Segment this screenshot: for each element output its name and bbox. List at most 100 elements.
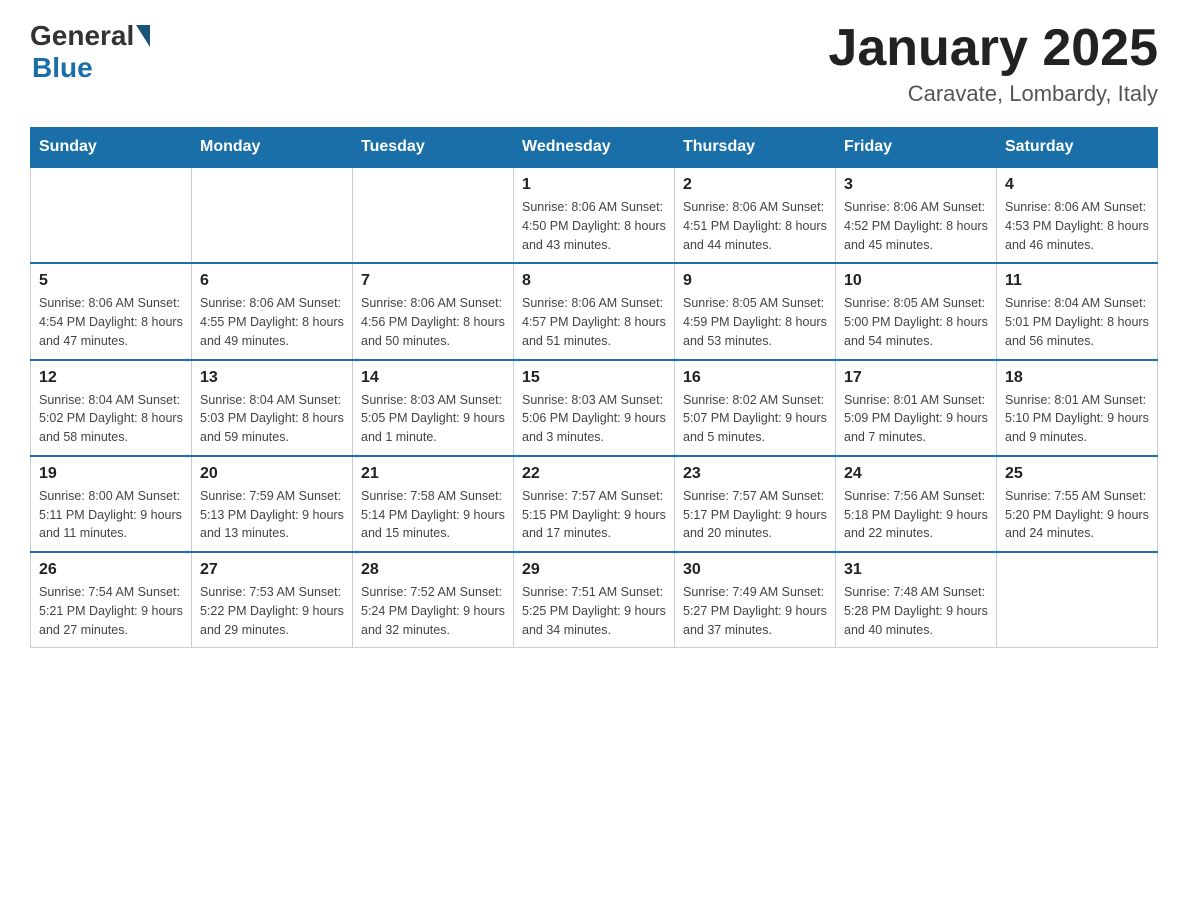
day-number: 2 xyxy=(683,176,827,194)
calendar-week-row: 26 Sunrise: 7:54 AM Sunset: 5:21 PM Dayli… xyxy=(31,552,1158,648)
page-header: General Blue January 2025 Caravate, Lomb… xyxy=(30,20,1158,107)
logo: General Blue xyxy=(30,20,150,84)
day-number: 24 xyxy=(844,465,988,483)
calendar-header-sunday: Sunday xyxy=(31,128,192,168)
calendar-cell: 5 Sunrise: 8:06 AM Sunset: 4:54 PM Daylig… xyxy=(31,263,192,359)
calendar-cell: 10 Sunrise: 8:05 AM Sunset: 5:00 PM Dayli… xyxy=(836,263,997,359)
calendar-cell: 20 Sunrise: 7:59 AM Sunset: 5:13 PM Dayli… xyxy=(192,456,353,552)
calendar-cell: 12 Sunrise: 8:04 AM Sunset: 5:02 PM Dayli… xyxy=(31,360,192,456)
day-number: 8 xyxy=(522,272,666,290)
month-title: January 2025 xyxy=(828,20,1158,77)
day-info: Sunrise: 7:56 AM Sunset: 5:18 PM Dayligh… xyxy=(844,487,988,543)
day-info: Sunrise: 7:58 AM Sunset: 5:14 PM Dayligh… xyxy=(361,487,505,543)
day-number: 6 xyxy=(200,272,344,290)
day-number: 18 xyxy=(1005,369,1149,387)
calendar-cell: 3 Sunrise: 8:06 AM Sunset: 4:52 PM Daylig… xyxy=(836,167,997,263)
day-info: Sunrise: 8:04 AM Sunset: 5:03 PM Dayligh… xyxy=(200,391,344,447)
location-label: Caravate, Lombardy, Italy xyxy=(828,81,1158,107)
day-info: Sunrise: 7:59 AM Sunset: 5:13 PM Dayligh… xyxy=(200,487,344,543)
calendar-cell: 8 Sunrise: 8:06 AM Sunset: 4:57 PM Daylig… xyxy=(514,263,675,359)
day-info: Sunrise: 8:06 AM Sunset: 4:50 PM Dayligh… xyxy=(522,198,666,254)
day-number: 30 xyxy=(683,561,827,579)
calendar-cell: 25 Sunrise: 7:55 AM Sunset: 5:20 PM Dayli… xyxy=(997,456,1158,552)
day-info: Sunrise: 8:02 AM Sunset: 5:07 PM Dayligh… xyxy=(683,391,827,447)
calendar-cell: 6Sunrise: 8:06 AM Sunset: 4:55 PM Daylig… xyxy=(192,263,353,359)
day-info: Sunrise: 7:51 AM Sunset: 5:25 PM Dayligh… xyxy=(522,583,666,639)
calendar-cell: 1 Sunrise: 8:06 AM Sunset: 4:50 PM Daylig… xyxy=(514,167,675,263)
day-info: Sunrise: 8:06 AM Sunset: 4:54 PM Dayligh… xyxy=(39,294,183,350)
calendar-cell: 9Sunrise: 8:05 AM Sunset: 4:59 PM Daylig… xyxy=(675,263,836,359)
calendar-cell: 18 Sunrise: 8:01 AM Sunset: 5:10 PM Dayli… xyxy=(997,360,1158,456)
logo-triangle-icon xyxy=(136,25,150,47)
day-number: 4 xyxy=(1005,176,1149,194)
calendar-cell: 31Sunrise: 7:48 AM Sunset: 5:28 PM Dayli… xyxy=(836,552,997,648)
calendar-cell xyxy=(997,552,1158,648)
day-number: 5 xyxy=(39,272,183,290)
calendar-cell xyxy=(353,167,514,263)
calendar-cell: 19Sunrise: 8:00 AM Sunset: 5:11 PM Dayli… xyxy=(31,456,192,552)
day-number: 28 xyxy=(361,561,505,579)
day-info: Sunrise: 7:55 AM Sunset: 5:20 PM Dayligh… xyxy=(1005,487,1149,543)
day-info: Sunrise: 8:04 AM Sunset: 5:02 PM Dayligh… xyxy=(39,391,183,447)
calendar-week-row: 1 Sunrise: 8:06 AM Sunset: 4:50 PM Daylig… xyxy=(31,167,1158,263)
day-number: 27 xyxy=(200,561,344,579)
day-number: 17 xyxy=(844,369,988,387)
day-number: 15 xyxy=(522,369,666,387)
day-info: Sunrise: 8:01 AM Sunset: 5:09 PM Dayligh… xyxy=(844,391,988,447)
day-info: Sunrise: 8:06 AM Sunset: 4:57 PM Dayligh… xyxy=(522,294,666,350)
day-number: 29 xyxy=(522,561,666,579)
calendar-week-row: 5 Sunrise: 8:06 AM Sunset: 4:54 PM Daylig… xyxy=(31,263,1158,359)
day-number: 13 xyxy=(200,369,344,387)
logo-blue-text: Blue xyxy=(32,52,93,84)
calendar-header-friday: Friday xyxy=(836,128,997,168)
day-number: 11 xyxy=(1005,272,1149,290)
calendar-cell: 2 Sunrise: 8:06 AM Sunset: 4:51 PM Daylig… xyxy=(675,167,836,263)
day-number: 14 xyxy=(361,369,505,387)
day-info: Sunrise: 7:57 AM Sunset: 5:17 PM Dayligh… xyxy=(683,487,827,543)
day-number: 26 xyxy=(39,561,183,579)
calendar-cell xyxy=(192,167,353,263)
calendar-week-row: 12 Sunrise: 8:04 AM Sunset: 5:02 PM Dayli… xyxy=(31,360,1158,456)
calendar-cell: 17 Sunrise: 8:01 AM Sunset: 5:09 PM Dayli… xyxy=(836,360,997,456)
day-info: Sunrise: 7:54 AM Sunset: 5:21 PM Dayligh… xyxy=(39,583,183,639)
calendar-cell: 15Sunrise: 8:03 AM Sunset: 5:06 PM Dayli… xyxy=(514,360,675,456)
calendar-cell: 23Sunrise: 7:57 AM Sunset: 5:17 PM Dayli… xyxy=(675,456,836,552)
calendar-cell: 21 Sunrise: 7:58 AM Sunset: 5:14 PM Dayli… xyxy=(353,456,514,552)
day-number: 12 xyxy=(39,369,183,387)
day-info: Sunrise: 8:03 AM Sunset: 5:05 PM Dayligh… xyxy=(361,391,505,447)
calendar-cell: 28 Sunrise: 7:52 AM Sunset: 5:24 PM Dayli… xyxy=(353,552,514,648)
calendar-cell: 11Sunrise: 8:04 AM Sunset: 5:01 PM Dayli… xyxy=(997,263,1158,359)
day-info: Sunrise: 7:53 AM Sunset: 5:22 PM Dayligh… xyxy=(200,583,344,639)
calendar-cell: 30Sunrise: 7:49 AM Sunset: 5:27 PM Dayli… xyxy=(675,552,836,648)
day-number: 3 xyxy=(844,176,988,194)
calendar-header-wednesday: Wednesday xyxy=(514,128,675,168)
day-info: Sunrise: 8:01 AM Sunset: 5:10 PM Dayligh… xyxy=(1005,391,1149,447)
day-info: Sunrise: 8:05 AM Sunset: 5:00 PM Dayligh… xyxy=(844,294,988,350)
calendar-cell: 22Sunrise: 7:57 AM Sunset: 5:15 PM Dayli… xyxy=(514,456,675,552)
day-number: 10 xyxy=(844,272,988,290)
calendar-cell: 29 Sunrise: 7:51 AM Sunset: 5:25 PM Dayli… xyxy=(514,552,675,648)
day-info: Sunrise: 7:52 AM Sunset: 5:24 PM Dayligh… xyxy=(361,583,505,639)
calendar-cell: 4Sunrise: 8:06 AM Sunset: 4:53 PM Daylig… xyxy=(997,167,1158,263)
calendar-cell: 7 Sunrise: 8:06 AM Sunset: 4:56 PM Daylig… xyxy=(353,263,514,359)
day-number: 25 xyxy=(1005,465,1149,483)
day-number: 1 xyxy=(522,176,666,194)
day-number: 16 xyxy=(683,369,827,387)
calendar-table: SundayMondayTuesdayWednesdayThursdayFrid… xyxy=(30,127,1158,648)
day-info: Sunrise: 8:06 AM Sunset: 4:52 PM Dayligh… xyxy=(844,198,988,254)
calendar-week-row: 19Sunrise: 8:00 AM Sunset: 5:11 PM Dayli… xyxy=(31,456,1158,552)
day-number: 20 xyxy=(200,465,344,483)
calendar-cell: 14 Sunrise: 8:03 AM Sunset: 5:05 PM Dayli… xyxy=(353,360,514,456)
calendar-header-saturday: Saturday xyxy=(997,128,1158,168)
calendar-header-monday: Monday xyxy=(192,128,353,168)
calendar-header-thursday: Thursday xyxy=(675,128,836,168)
logo-general-text: General xyxy=(30,20,134,52)
day-number: 21 xyxy=(361,465,505,483)
day-number: 7 xyxy=(361,272,505,290)
day-number: 22 xyxy=(522,465,666,483)
day-info: Sunrise: 8:05 AM Sunset: 4:59 PM Dayligh… xyxy=(683,294,827,350)
title-area: January 2025 Caravate, Lombardy, Italy xyxy=(828,20,1158,107)
day-info: Sunrise: 8:06 AM Sunset: 4:56 PM Dayligh… xyxy=(361,294,505,350)
day-number: 19 xyxy=(39,465,183,483)
day-info: Sunrise: 8:06 AM Sunset: 4:51 PM Dayligh… xyxy=(683,198,827,254)
